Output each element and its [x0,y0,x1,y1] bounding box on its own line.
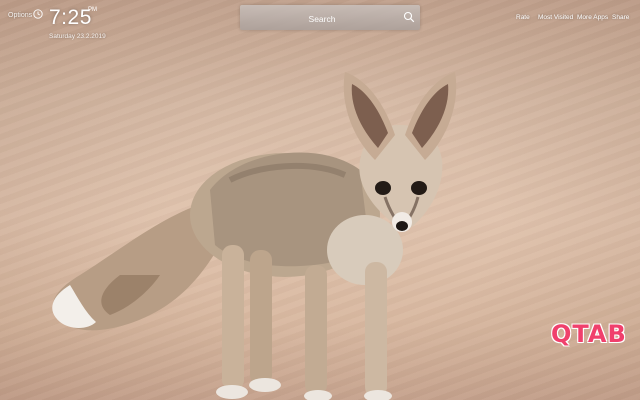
search-bar [240,5,420,32]
top-bar: Options 7:25 PM Saturday 23.2.2019 Rate … [0,0,640,44]
clock-icon[interactable] [33,9,43,19]
search-icon[interactable] [403,11,415,23]
more-apps-link[interactable]: More Apps [577,14,608,21]
search-input[interactable] [240,5,404,32]
clock-date: Saturday 23.2.2019 [49,33,106,40]
fennec-fox-wallpaper [52,72,457,400]
clock-ampm: PM [88,7,97,13]
share-link[interactable]: Share [612,14,629,21]
clock-time: 7:25 [49,6,92,29]
rate-link[interactable]: Rate [516,14,530,21]
qtab-logo[interactable]: QTAB [551,320,627,348]
most-visited-link[interactable]: Most Visited [538,14,573,21]
options-link[interactable]: Options [8,12,32,19]
